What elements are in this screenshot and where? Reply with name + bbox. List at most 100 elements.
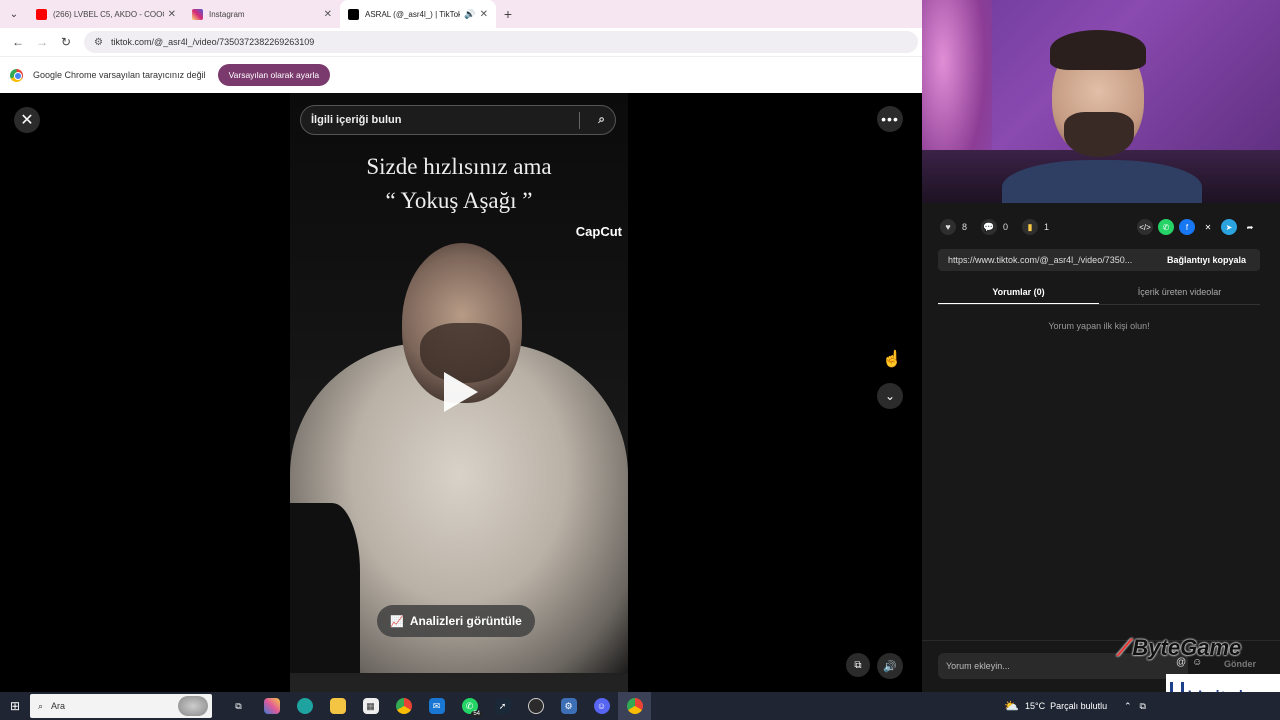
play-icon[interactable] [444, 372, 478, 412]
discord-glyph: ☺ [593, 698, 610, 714]
windows-taskbar: ⊞ ⌕ Ara ⧉ ▦ ✉ ✆ 54 ➚ ⚙ ☺ ⛅ 15°C Parçalı b… [0, 692, 1280, 720]
panel-tabs: Yorumlar (0) İçerik üreten videolar [938, 283, 1260, 305]
share-arrow-icon[interactable]: ➦ [1242, 219, 1258, 235]
view-analytics-button[interactable]: 📈 Analizleri görüntüle [377, 605, 535, 637]
x-icon[interactable]: ✕ [1200, 219, 1216, 235]
settings-gear-icon[interactable]: ⚙ [552, 692, 585, 720]
embed-icon[interactable]: </> [1137, 219, 1153, 235]
search-icon[interactable]: ⌕ [598, 112, 605, 127]
store-icon[interactable]: ▦ [354, 692, 387, 720]
related-search-input[interactable]: İlgili içeriği bulun ⌕ [300, 105, 616, 135]
task-view-glyph: ⧉ [235, 700, 242, 711]
empty-comments-message: Yorum yapan ilk kişi olun! [1048, 321, 1150, 331]
bytegame-logo: ⟋ByteGame [1117, 635, 1241, 661]
set-default-button[interactable]: Varsayılan olarak ayarla [217, 64, 331, 86]
edge-glyph [296, 698, 313, 714]
back-icon[interactable]: ← [6, 35, 30, 49]
tray-chevron-up-icon[interactable]: ⌃ [1124, 701, 1132, 712]
obs-icon[interactable] [519, 692, 552, 720]
webcam-hair [1050, 30, 1146, 70]
telegram-icon[interactable]: ➤ [1221, 219, 1237, 235]
chrome-taskbar-icon[interactable] [387, 692, 420, 720]
tiktok-icon [348, 8, 359, 20]
chrome-active-taskbar-icon[interactable] [618, 692, 651, 720]
taskbar-search[interactable]: ⌕ Ara [30, 694, 212, 718]
caption-line-1: Sizde hızlısınız ama [366, 154, 552, 179]
whatsapp-icon[interactable]: ✆ [1158, 219, 1174, 235]
infobar-message: Google Chrome varsayılan tarayıcınız değ… [33, 70, 206, 80]
windows-start-icon[interactable]: ⊞ [0, 699, 30, 713]
search-icon: ⌕ [38, 700, 44, 711]
close-tab-icon[interactable]: ✕ [480, 9, 488, 20]
browser-toolbar: ← → ↻ ⚙ tiktok.com/@_asr4l_/video/735037… [0, 28, 922, 56]
tiktok-video-page: ✕ İlgili içeriği bulun ⌕ Sizde hızlısını… [0, 93, 922, 692]
whatsapp-taskbar-icon[interactable]: ✆ 54 [453, 692, 486, 720]
network-icon[interactable]: ⧉ [1140, 701, 1146, 712]
reload-icon[interactable]: ↻ [54, 35, 78, 49]
taskbar-search-label: Ara [51, 701, 66, 711]
tab-instagram[interactable]: Instagram ✕ [184, 0, 340, 28]
copilot-icon[interactable] [255, 692, 288, 720]
analytics-label: Analizleri görüntüle [409, 614, 522, 628]
file-explorer-icon[interactable] [321, 692, 354, 720]
steam-glyph: ➚ [494, 698, 511, 714]
close-tab-icon[interactable]: ✕ [168, 9, 176, 20]
discord-icon[interactable]: ☺ [585, 692, 618, 720]
video-frame [290, 243, 628, 673]
bookmark-count: 1 [1044, 222, 1050, 232]
tab-title: (266) LVBEL C5, AKDO - COOO! [53, 9, 164, 19]
tab-search-button[interactable]: ⌄ [0, 0, 28, 28]
comment-button[interactable]: 💬 0 [981, 219, 1008, 235]
next-video-chevron-down-icon[interactable]: ⌄ [877, 383, 903, 409]
capcut-watermark: CapCut [575, 224, 622, 239]
weather-desc: Parçalı bulutlu [1050, 701, 1108, 711]
taskbar-apps: ⧉ ▦ ✉ ✆ 54 ➚ ⚙ ☺ [222, 692, 651, 720]
new-tab-button[interactable]: + [496, 6, 520, 22]
edge-icon[interactable] [288, 692, 321, 720]
tab-comments[interactable]: Yorumlar (0) [938, 283, 1099, 305]
more-options-icon[interactable]: ••• [877, 106, 903, 132]
weather-icon: ⛅ [1004, 699, 1019, 713]
comment-count: 0 [1003, 222, 1009, 232]
search-placeholder: İlgili içeriği bulun [311, 114, 402, 126]
mail-icon[interactable]: ✉ [420, 692, 453, 720]
tab-title: Instagram [209, 9, 245, 19]
picture-in-picture-icon[interactable]: ⧉ [846, 653, 870, 677]
system-tray: ⌃ ⧉ [1124, 692, 1154, 720]
speaker-icon[interactable]: 🔊 [464, 9, 475, 20]
volume-icon[interactable]: 🔊 [877, 653, 903, 679]
chrome-icon [10, 68, 23, 82]
chrome-active-glyph [626, 698, 643, 714]
mail-glyph: ✉ [428, 698, 445, 714]
facebook-icon[interactable]: f [1179, 219, 1195, 235]
pointer-hand-icon: ☝ [882, 351, 902, 368]
task-view-icon[interactable]: ⧉ [222, 692, 255, 720]
close-icon[interactable]: ✕ [14, 107, 40, 133]
bookmark-button[interactable]: ▮ 1 [1022, 219, 1049, 235]
copy-link-row: https://www.tiktok.com/@_asr4l_/video/73… [938, 249, 1260, 271]
site-info-icon[interactable]: ⚙ [94, 37, 103, 48]
like-button[interactable]: ♥ 8 [940, 219, 967, 235]
share-buttons: </> ✆ f ✕ ➤ ➦ [1132, 219, 1258, 235]
video-side-panel: ♥ 8 💬 0 ▮ 1 </> ✆ f ✕ ➤ ➦ https://www.ti… [922, 203, 1280, 720]
tab-youtube[interactable]: (266) LVBEL C5, AKDO - COOO! ✕ [28, 0, 184, 28]
tab-creator-videos[interactable]: İçerik üreten videolar [1099, 283, 1260, 305]
tab-tiktok[interactable]: ASRAL (@_asr4l_) | TikTok 🔊 ✕ [340, 0, 496, 28]
file-explorer-glyph [329, 698, 346, 714]
webcam-beard [1064, 112, 1134, 157]
copy-link-button[interactable]: Bağlantıyı kopyala [1153, 255, 1260, 265]
copilot-glyph [263, 698, 280, 714]
close-tab-icon[interactable]: ✕ [324, 9, 332, 20]
comment-icon: 💬 [981, 219, 998, 235]
youtube-icon [36, 8, 47, 20]
weather-widget[interactable]: ⛅ 15°C Parçalı bulutlu [1004, 692, 1107, 720]
analytics-chart-icon: 📈 [390, 615, 404, 628]
instagram-icon [192, 8, 203, 20]
obs-glyph [527, 698, 544, 714]
address-bar[interactable]: ⚙ tiktok.com/@_asr4l_/video/735037238226… [84, 31, 918, 53]
steam-icon[interactable]: ➚ [486, 692, 519, 720]
forward-icon[interactable]: → [30, 35, 54, 49]
video-link[interactable]: https://www.tiktok.com/@_asr4l_/video/73… [938, 255, 1153, 265]
search-highlight-image [178, 696, 208, 716]
video-player[interactable]: İlgili içeriği bulun ⌕ Sizde hızlısınız … [290, 93, 628, 692]
